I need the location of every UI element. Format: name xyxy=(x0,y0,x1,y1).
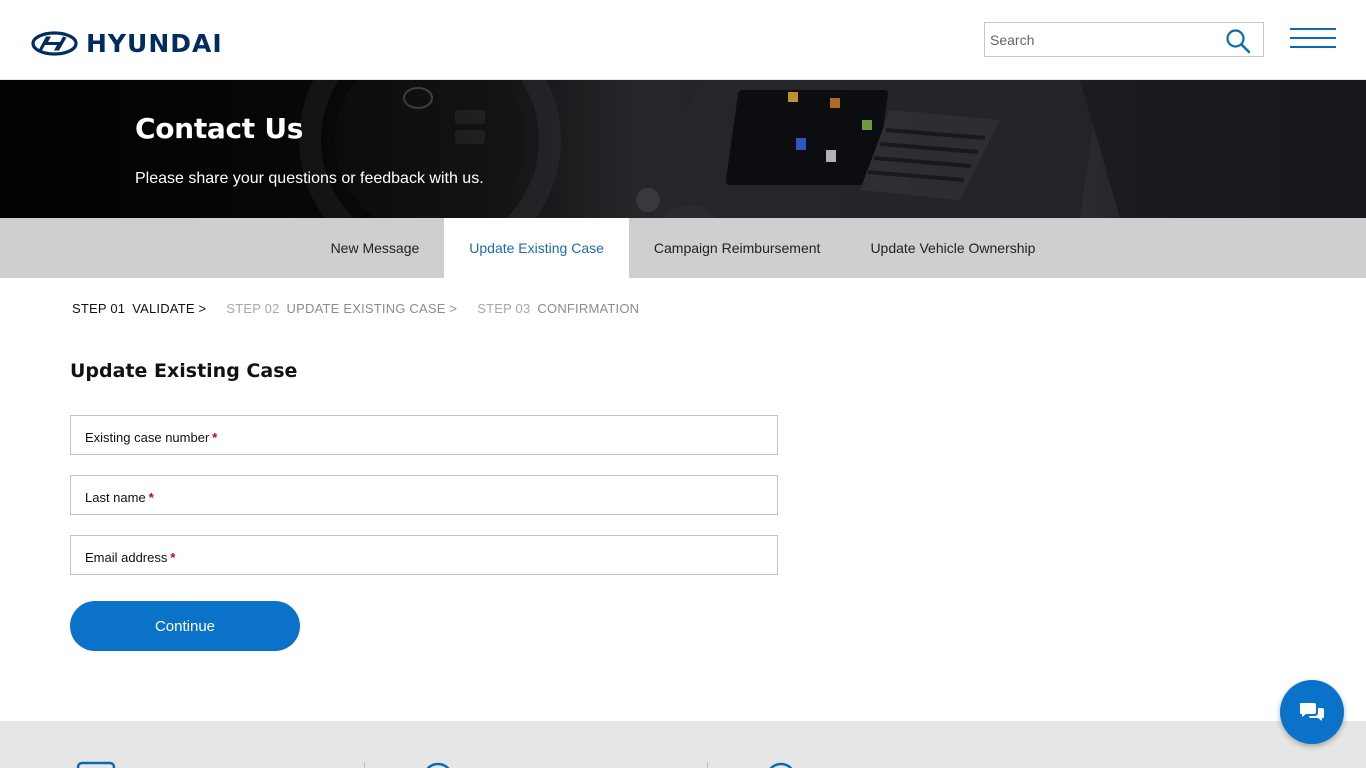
search-icon[interactable] xyxy=(1225,28,1251,54)
tab-label: Update Existing Case xyxy=(469,240,604,256)
continue-button[interactable]: Continue xyxy=(70,601,300,651)
case-number-field[interactable]: Existing case number * xyxy=(70,415,778,455)
site-header: HYUNDAI xyxy=(0,0,1366,80)
search-input[interactable] xyxy=(985,23,1215,56)
last-name-input[interactable] xyxy=(71,476,777,514)
last-name-field[interactable]: Last name * xyxy=(70,475,778,515)
tab-label: New Message xyxy=(330,240,420,256)
step-name: UPDATE EXISTING CASE > xyxy=(286,301,458,316)
page-title: Contact Us xyxy=(135,112,304,145)
tab-campaign-reimbursement[interactable]: Campaign Reimbursement xyxy=(629,218,846,278)
email-input[interactable] xyxy=(71,536,777,574)
form-title: Update Existing Case xyxy=(70,360,298,382)
tab-update-vehicle-ownership[interactable]: Update Vehicle Ownership xyxy=(845,218,1060,278)
step-3: STEP 03 CONFIRMATION xyxy=(477,301,639,316)
step-2: STEP 02 UPDATE EXISTING CASE > xyxy=(226,301,457,316)
step-1: STEP 01 VALIDATE > xyxy=(72,301,206,316)
search-box xyxy=(984,22,1264,57)
chat-bubbles-icon[interactable] xyxy=(1280,680,1344,744)
step-number: STEP 01 xyxy=(72,301,126,316)
hamburger-menu-icon[interactable] xyxy=(1290,28,1336,50)
step-number: STEP 02 xyxy=(226,301,280,316)
tab-new-message[interactable]: New Message xyxy=(306,218,445,278)
tab-label: Update Vehicle Ownership xyxy=(870,240,1036,256)
footer-contact-strip xyxy=(0,721,1366,768)
help-icon xyxy=(769,762,793,768)
car-interior-background-image xyxy=(0,80,1366,218)
hyundai-emblem-icon xyxy=(31,31,78,56)
brand-wordmark: HYUNDAI xyxy=(86,29,223,58)
step-indicator: STEP 01 VALIDATE > STEP 02 UPDATE EXISTI… xyxy=(72,301,659,316)
page-subtitle: Please share your questions or feedback … xyxy=(135,170,484,187)
location-icon xyxy=(426,762,450,768)
phone-icon xyxy=(76,761,116,768)
email-field[interactable]: Email address * xyxy=(70,535,778,575)
hero-banner: Contact Us Please share your questions o… xyxy=(0,80,1366,218)
case-number-input[interactable] xyxy=(71,416,777,454)
footer-divider xyxy=(707,762,708,768)
step-name: CONFIRMATION xyxy=(537,301,640,316)
step-name: VALIDATE > xyxy=(132,301,207,316)
footer-divider xyxy=(364,762,365,768)
step-number: STEP 03 xyxy=(477,301,531,316)
tab-label: Campaign Reimbursement xyxy=(653,240,821,256)
tab-update-existing-case[interactable]: Update Existing Case xyxy=(444,218,629,278)
contact-tabs: New Message Update Existing Case Campaig… xyxy=(0,218,1366,278)
hyundai-logo[interactable]: HYUNDAI xyxy=(31,29,223,58)
